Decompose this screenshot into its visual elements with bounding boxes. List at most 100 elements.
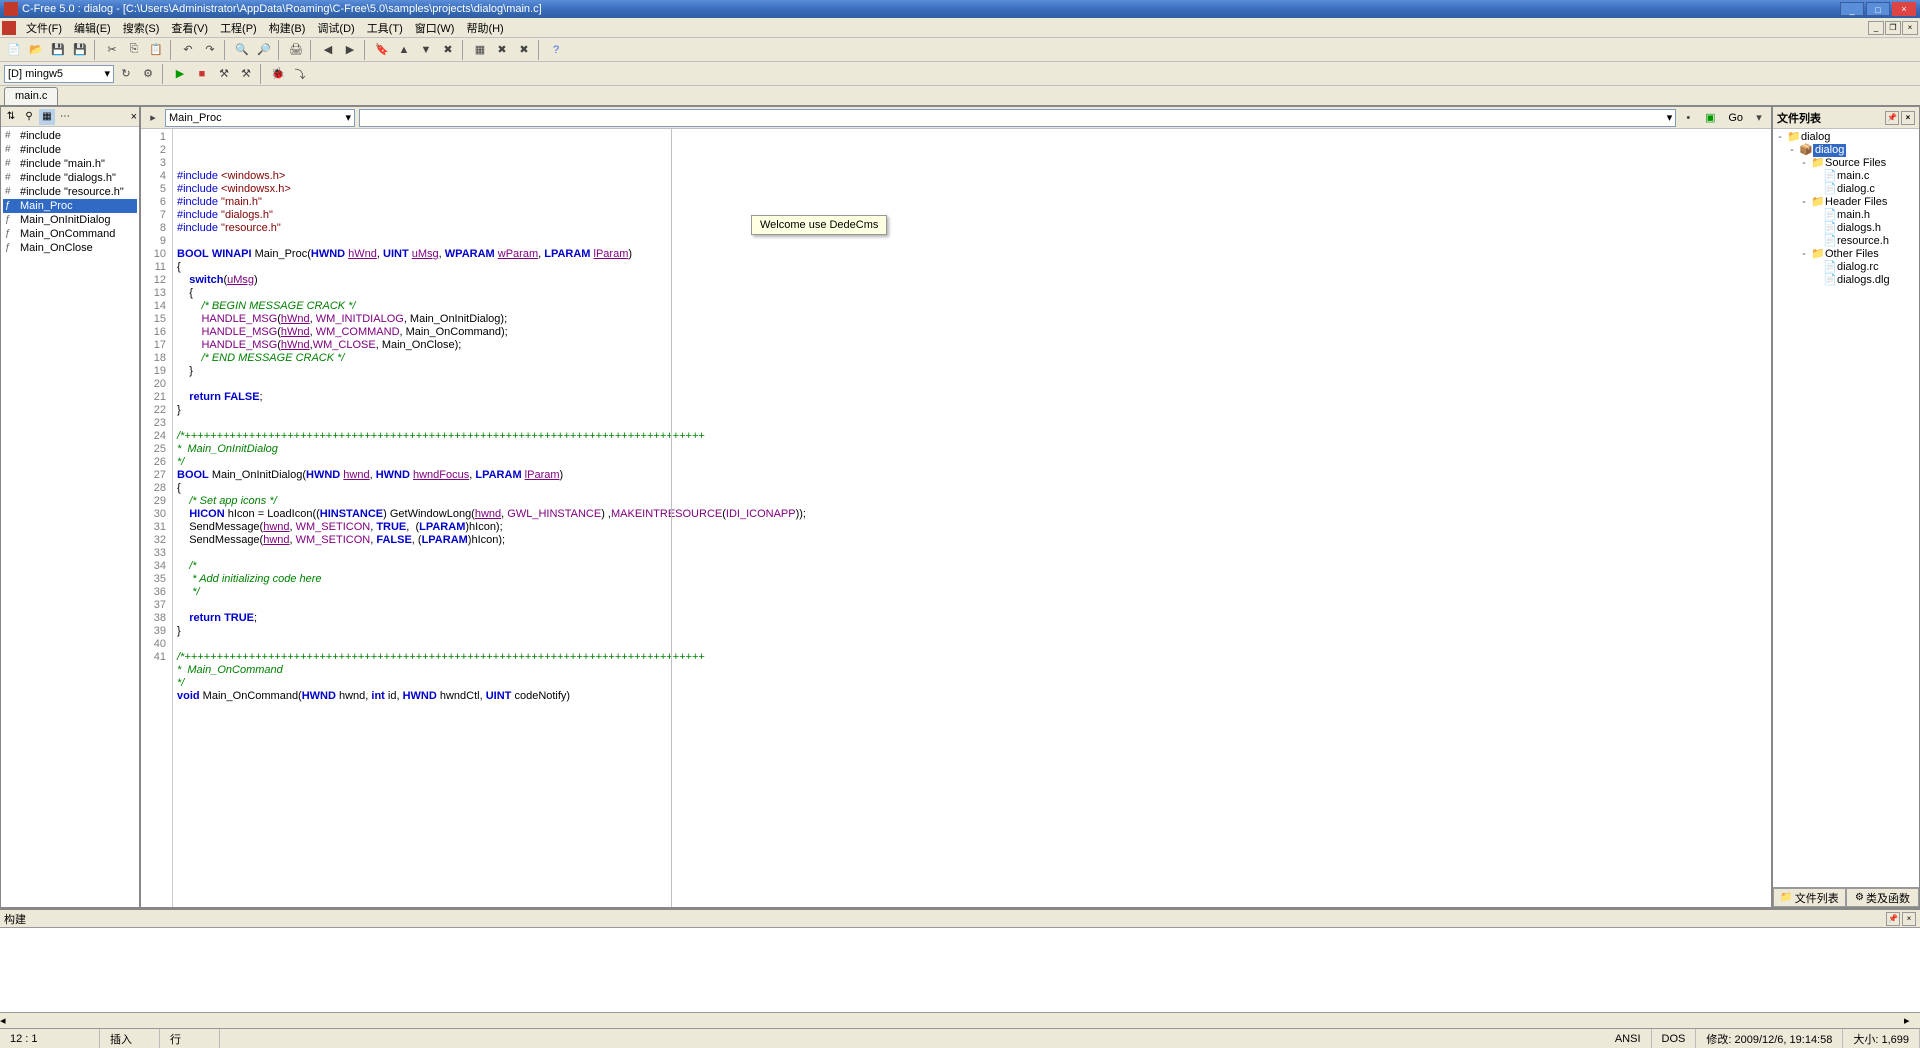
run-icon[interactable]: ▶ <box>170 64 190 84</box>
nav-back-icon[interactable]: ◀ <box>318 40 338 60</box>
symbol-panel: ⇅ ⚲ ▦ ⋯ × ##include ##include ##include … <box>0 106 140 908</box>
cut-icon[interactable]: ✂ <box>102 40 122 60</box>
bookmark-next-icon[interactable]: ▼ <box>416 40 436 60</box>
build-icon[interactable]: ⚒ <box>236 64 256 84</box>
function-dropdown[interactable]: Main_Proc▾ <box>165 109 355 127</box>
bookmark-icon[interactable]: 🔖 <box>372 40 392 60</box>
save-icon[interactable]: 💾 <box>48 40 68 60</box>
symbol-item[interactable]: ##include <box>3 143 137 157</box>
menu-item[interactable]: 查看(V) <box>165 18 214 38</box>
find-files-icon[interactable]: 🔎 <box>254 40 274 60</box>
print-margin <box>671 129 672 907</box>
close-doc-icon[interactable]: ✖ <box>492 40 512 60</box>
step-icon[interactable]: ⤵ <box>290 64 310 84</box>
tab-file-list[interactable]: 📁文件列表 <box>1773 888 1846 907</box>
main-area: ⇅ ⚲ ▦ ⋯ × ##include ##include ##include … <box>0 106 1920 908</box>
menu-item[interactable]: 窗口(W) <box>409 18 461 38</box>
new-file-icon[interactable]: 📄 <box>4 40 24 60</box>
file-tree-item[interactable]: 📄dialogs.dlg <box>1775 274 1917 287</box>
stop-icon[interactable]: ■ <box>192 64 212 84</box>
symbol-sort-icon[interactable]: ⇅ <box>3 109 19 125</box>
go-target-icon[interactable]: ▣ <box>1700 108 1720 128</box>
panel-close-icon[interactable]: × <box>1901 111 1915 125</box>
mdi-close-button[interactable]: × <box>1902 21 1918 35</box>
editor-body[interactable]: 1234567891011121314151617181920212223242… <box>141 129 1771 907</box>
menu-item[interactable]: 调试(D) <box>311 18 360 38</box>
save-all-icon[interactable]: 💾 <box>70 40 90 60</box>
symbol-item[interactable]: ##include <box>3 129 137 143</box>
status-modified: 修改: 2009/12/6, 19:14:58 <box>1696 1029 1843 1048</box>
bookmark-clear-icon[interactable]: ✖ <box>438 40 458 60</box>
symbol-panel-close-icon[interactable]: × <box>131 111 137 123</box>
file-tree-item[interactable]: 📄main.h <box>1775 209 1917 222</box>
status-size: 大小: 1,699 <box>1843 1029 1920 1048</box>
tab-class-func[interactable]: ⚙类及函数 <box>1846 888 1919 907</box>
scope-dropdown[interactable]: ▾ <box>359 109 1676 127</box>
file-tree-item[interactable]: 📄dialogs.h <box>1775 222 1917 235</box>
go-prev-icon[interactable]: • <box>1678 108 1698 128</box>
file-tree-item[interactable]: -📁dialog <box>1775 131 1917 144</box>
output-close-icon[interactable]: × <box>1902 912 1916 926</box>
file-tree-item[interactable]: 📄main.c <box>1775 170 1917 183</box>
symbol-item[interactable]: ##include "dialogs.h" <box>3 171 137 185</box>
symbol-tree[interactable]: ##include ##include ##include "main.h"##… <box>1 127 139 907</box>
close-all-icon[interactable]: ✖ <box>514 40 534 60</box>
refresh-icon[interactable]: ↻ <box>116 64 136 84</box>
status-encoding: ANSI <box>1605 1029 1652 1048</box>
menu-item[interactable]: 工程(P) <box>214 18 263 38</box>
find-icon[interactable]: 🔍 <box>232 40 252 60</box>
copy-icon[interactable]: ⎘ <box>124 40 144 60</box>
symbol-item[interactable]: ƒMain_Proc <box>3 199 137 213</box>
file-tree-item[interactable]: -📁Source Files <box>1775 157 1917 170</box>
build-config-dropdown[interactable]: [D] mingw5▾ <box>4 65 114 83</box>
symbol-item[interactable]: ##include "main.h" <box>3 157 137 171</box>
go-button[interactable]: Go <box>1724 110 1747 126</box>
minimize-button[interactable]: _ <box>1840 2 1864 16</box>
file-tree-item[interactable]: -📁Other Files <box>1775 248 1917 261</box>
menu-item[interactable]: 构建(B) <box>263 18 312 38</box>
menu-item[interactable]: 编辑(E) <box>68 18 117 38</box>
bookmark-prev-icon[interactable]: ▲ <box>394 40 414 60</box>
nav-forward-icon[interactable]: ▶ <box>340 40 360 60</box>
settings-icon[interactable]: ⚙ <box>138 64 158 84</box>
window-icon[interactable]: ▦ <box>470 40 490 60</box>
menu-item[interactable]: 文件(F) <box>20 18 68 38</box>
close-button[interactable]: × <box>1892 2 1916 16</box>
menu-item[interactable]: 帮助(H) <box>460 18 509 38</box>
menu-item[interactable]: 工具(T) <box>361 18 409 38</box>
symbol-item[interactable]: ƒMain_OnInitDialog <box>3 213 137 227</box>
go-next-icon[interactable]: ▾ <box>1749 108 1769 128</box>
file-tree-item[interactable]: 📄dialog.rc <box>1775 261 1917 274</box>
symbol-item[interactable]: ƒMain_OnClose <box>3 241 137 255</box>
editor-nav-icon[interactable]: ▸ <box>143 108 163 128</box>
file-tree-item[interactable]: -📁Header Files <box>1775 196 1917 209</box>
undo-icon[interactable]: ↶ <box>178 40 198 60</box>
mdi-restore-button[interactable]: ❐ <box>1885 21 1901 35</box>
panel-pin-icon[interactable]: 📌 <box>1885 111 1899 125</box>
tab-main-c[interactable]: main.c <box>4 87 58 105</box>
help-icon[interactable]: ? <box>546 40 566 60</box>
open-file-icon[interactable]: 📂 <box>26 40 46 60</box>
redo-icon[interactable]: ↷ <box>200 40 220 60</box>
menu-item[interactable]: 搜索(S) <box>117 18 166 38</box>
symbol-opt-icon[interactable]: ⋯ <box>57 109 73 125</box>
output-pin-icon[interactable]: 📌 <box>1886 912 1900 926</box>
print-icon[interactable]: 🖨 <box>286 40 306 60</box>
symbol-item[interactable]: ƒMain_OnCommand <box>3 227 137 241</box>
status-insert: 插入 <box>100 1029 160 1048</box>
symbol-view-icon[interactable]: ▦ <box>39 109 55 125</box>
file-tree-item[interactable]: 📄resource.h <box>1775 235 1917 248</box>
symbol-item[interactable]: ##include "resource.h" <box>3 185 137 199</box>
compile-icon[interactable]: ⚒ <box>214 64 234 84</box>
code-area[interactable]: #include <windows.h>#include <windowsx.h… <box>173 129 1771 907</box>
debug-icon[interactable]: 🐞 <box>268 64 288 84</box>
mdi-minimize-button[interactable]: _ <box>1868 21 1884 35</box>
file-tree-item[interactable]: -📦dialog <box>1775 144 1917 157</box>
file-tree[interactable]: -📁dialog-📦dialog-📁Source Files 📄main.c 📄… <box>1773 129 1919 887</box>
output-body[interactable] <box>0 928 1920 1012</box>
maximize-button[interactable]: □ <box>1866 2 1890 16</box>
output-scrollbar[interactable]: ◂▸ <box>0 1012 1920 1028</box>
paste-icon[interactable]: 📋 <box>146 40 166 60</box>
symbol-filter-icon[interactable]: ⚲ <box>21 109 37 125</box>
file-tree-item[interactable]: 📄dialog.c <box>1775 183 1917 196</box>
